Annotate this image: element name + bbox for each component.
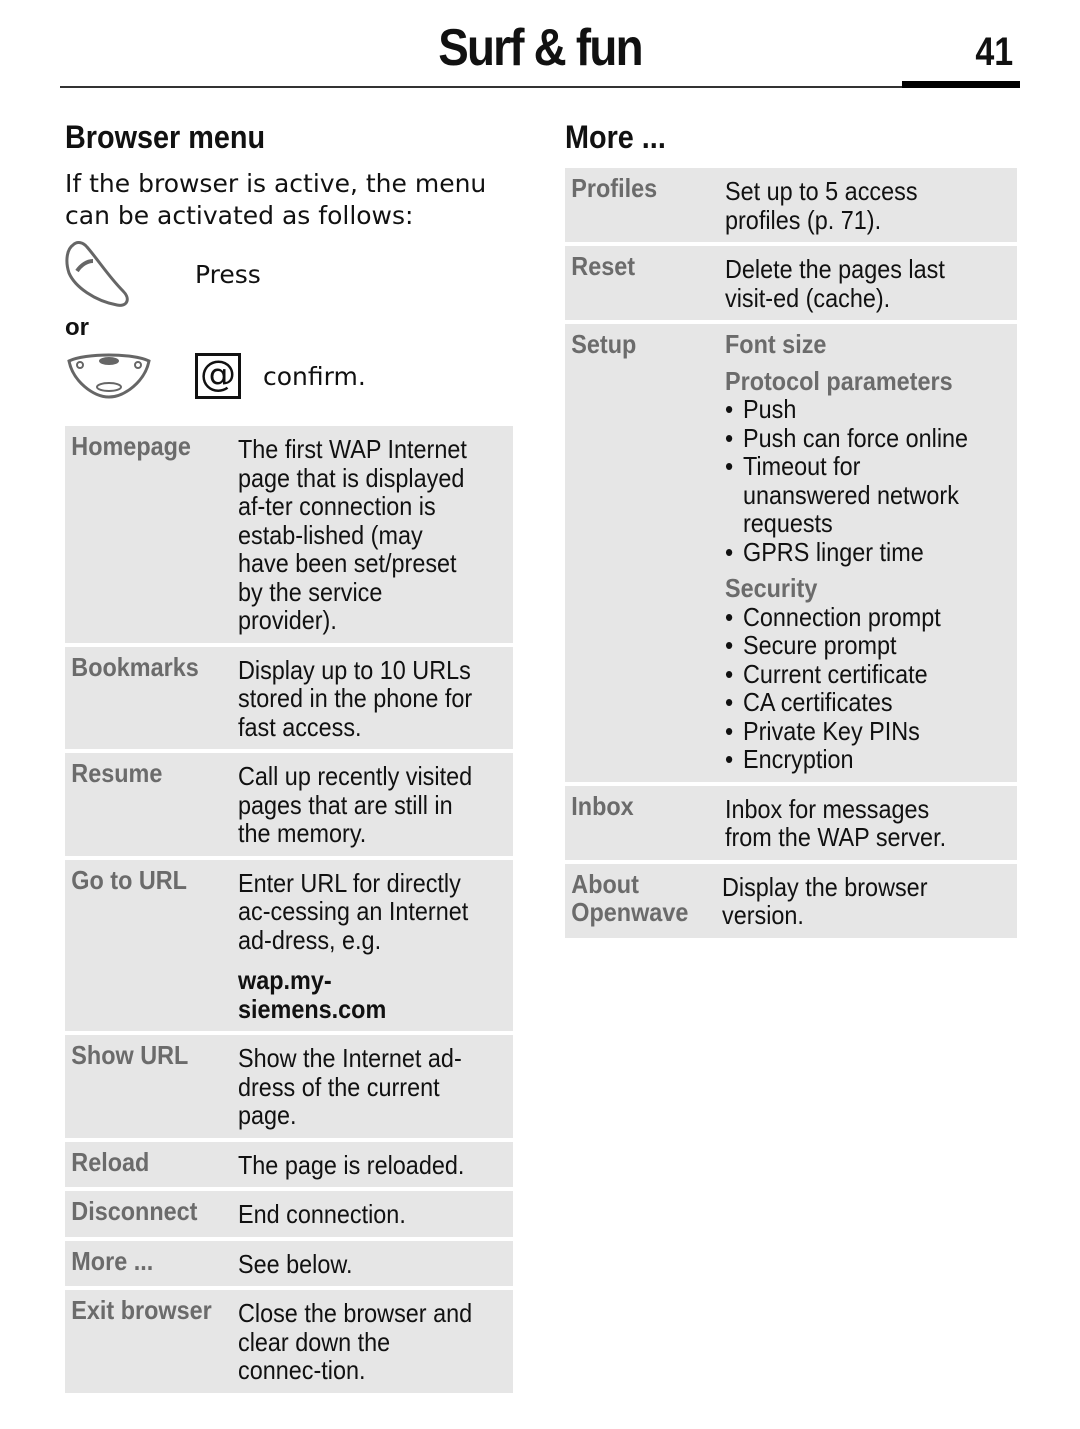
more-row-profiles: Profiles Set up to 5 access profiles (p.… xyxy=(565,168,1017,242)
menu-row-homepage: Homepage The first WAP Internet page tha… xyxy=(65,426,513,643)
list-item: Connection prompt xyxy=(725,602,981,632)
confirm-instruction: @ confirm. xyxy=(65,346,513,406)
more-row-about-openwave: About Openwave Display the browser versi… xyxy=(565,863,1017,938)
list-item: GPRS linger time xyxy=(725,537,981,567)
item-description: The page is reloaded. xyxy=(238,1149,465,1180)
more-section: More ... Profiles Set up to 5 access pro… xyxy=(565,118,1017,942)
item-description: Enter URL for directly ac-cessing an Int… xyxy=(238,867,469,955)
list-item: Current certificate xyxy=(725,659,981,689)
protocol-parameters-list: Push Push can force online Timeout for u… xyxy=(725,395,981,566)
more-row-setup: Setup Font size Protocol parameters Push… xyxy=(565,324,1017,782)
item-description: Delete the pages last visit-ed (cache). xyxy=(725,254,945,313)
menu-row-bookmarks: Bookmarks Display up to 10 URLs stored i… xyxy=(65,646,513,749)
header-rule-accent xyxy=(902,81,1020,88)
example-url: wap.my-siemens.com xyxy=(238,965,387,1024)
item-description: Show the Internet ad-dress of the curren… xyxy=(238,1043,462,1130)
page-number: 41 xyxy=(974,30,1013,74)
item-label: Resume xyxy=(71,758,163,788)
browser-menu-section: Browser menu If the browser is active, t… xyxy=(65,118,513,1397)
list-item: Private Key PINs xyxy=(725,716,981,746)
menu-row-show-url: Show URL Show the Internet ad-dress of t… xyxy=(65,1035,513,1138)
at-softkey-icon: @ xyxy=(195,353,241,399)
menu-row-go-to-url: Go to URL Enter URL for directly ac-cess… xyxy=(65,859,513,1031)
header-rule xyxy=(60,86,902,88)
list-item: Push can force online xyxy=(725,423,981,453)
security-heading: Security xyxy=(725,573,818,603)
font-size-heading: Font size xyxy=(725,329,827,359)
item-description: Inbox for messages from the WAP server. xyxy=(725,793,947,852)
item-description: Close the browser and clear down the con… xyxy=(238,1298,473,1385)
item-label: Show URL xyxy=(71,1040,189,1070)
item-description: Call up recently visited pages that are … xyxy=(238,761,473,848)
list-item: Secure prompt xyxy=(725,631,981,660)
section-title: More ... xyxy=(565,119,666,155)
item-description: The first WAP Internet page that is disp… xyxy=(238,434,467,635)
list-item: Encryption xyxy=(725,745,981,774)
item-label: Setup xyxy=(571,329,637,359)
confirm-label: confirm. xyxy=(263,361,366,391)
section-title: Browser menu xyxy=(65,119,266,155)
chapter-title: Surf & fun xyxy=(438,19,643,77)
menu-row-disconnect: Disconnect End connection. xyxy=(65,1191,513,1237)
press-instruction: Press xyxy=(65,238,513,310)
menu-row-resume: Resume Call up recently visited pages th… xyxy=(65,753,513,856)
menu-row-reload: Reload The page is reloaded. xyxy=(65,1141,513,1187)
item-label: Homepage xyxy=(71,431,191,461)
item-label: Exit browser xyxy=(71,1295,212,1325)
list-item: CA certificates xyxy=(725,688,981,717)
control-key-icon xyxy=(65,351,153,401)
or-label: or xyxy=(65,314,89,341)
phone-end-key-icon xyxy=(65,239,131,309)
list-item: Timeout for unanswered network requests xyxy=(725,452,981,538)
item-description: Set up to 5 access profiles (p. 71). xyxy=(725,176,918,235)
menu-row-exit-browser: Exit browser Close the browser and clear… xyxy=(65,1290,513,1393)
browser-menu-table: Homepage The first WAP Internet page tha… xyxy=(65,426,513,1393)
item-label: Disconnect xyxy=(71,1196,198,1226)
item-label: More ... xyxy=(71,1245,154,1276)
security-list: Connection prompt Secure prompt Current … xyxy=(725,602,981,774)
item-description: Display the browser version. xyxy=(722,871,928,930)
item-description: Display up to 10 URLs stored in the phon… xyxy=(238,654,473,742)
intro-text: If the browser is active, the menu can b… xyxy=(65,169,487,230)
protocol-parameters-heading: Protocol parameters xyxy=(725,365,953,396)
more-table: Profiles Set up to 5 access profiles (p.… xyxy=(565,168,1017,938)
more-row-reset: Reset Delete the pages last visit-ed (ca… xyxy=(565,246,1017,320)
press-label: Press xyxy=(195,259,261,289)
item-label: Bookmarks xyxy=(71,651,199,682)
item-label: About Openwave xyxy=(571,868,689,927)
item-description: End connection. xyxy=(238,1199,406,1229)
item-label: Inbox xyxy=(571,790,634,821)
item-label: Go to URL xyxy=(71,864,187,895)
more-row-inbox: Inbox Inbox for messages from the WAP se… xyxy=(565,785,1017,860)
item-description: See below. xyxy=(238,1248,353,1279)
item-label: Reload xyxy=(71,1146,150,1177)
list-item: Push xyxy=(725,395,981,424)
item-label: Reset xyxy=(571,251,636,281)
menu-row-more: More ... See below. xyxy=(65,1240,513,1286)
item-label: Profiles xyxy=(571,173,658,203)
